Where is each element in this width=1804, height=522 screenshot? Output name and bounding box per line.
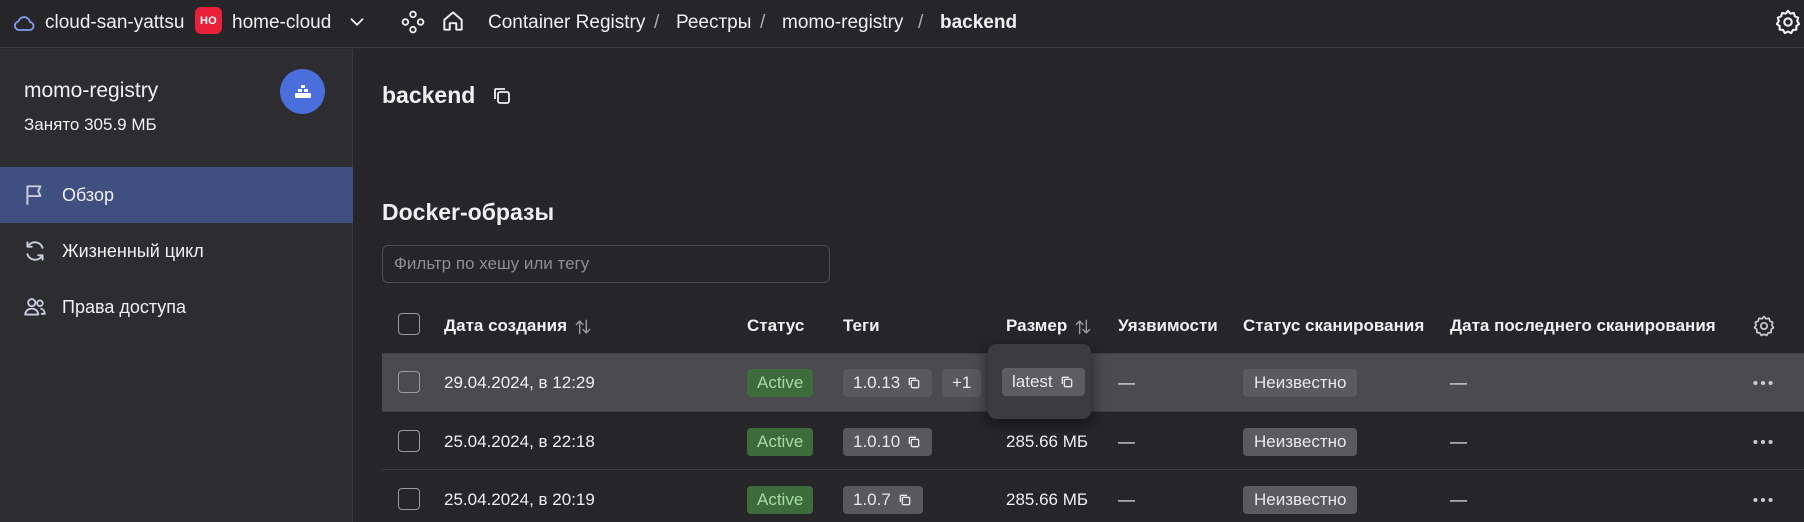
row-date: 25.04.2024, в 20:19 <box>444 490 595 509</box>
row-size: 285.66 МБ <box>1006 432 1089 451</box>
tags-popup: latest <box>988 344 1091 419</box>
sidebar-item-label: Обзор <box>62 185 114 205</box>
table-row[interactable]: 25.04.2024, в 20:19 Active 1.0.7 285.66 … <box>382 469 1804 522</box>
column-header-label: Размер <box>1006 316 1068 335</box>
services-icon[interactable] <box>400 9 426 35</box>
select-all-checkbox[interactable] <box>398 313 420 335</box>
more-actions-icon[interactable] <box>1750 429 1776 455</box>
container-icon <box>294 84 311 98</box>
row-vulnerabilities: — <box>1118 490 1135 509</box>
folder-name[interactable]: home-cloud <box>232 10 331 36</box>
status-badge: Active <box>747 369 814 397</box>
breadcrumb-current: backend <box>940 12 1018 33</box>
column-settings-gear-icon[interactable] <box>1752 314 1776 338</box>
row-last-scan: — <box>1450 373 1467 392</box>
registry-avatar <box>280 69 325 114</box>
users-icon <box>24 298 46 316</box>
sidebar-item-lifecycle[interactable]: Жизненный цикл <box>0 223 353 279</box>
tag-chip[interactable]: 1.0.13 <box>843 369 933 397</box>
column-header-label: Дата создания <box>444 316 568 335</box>
sidebar: momo-registry Занято 305.9 МБ Обзор Жизн… <box>0 49 353 522</box>
sort-icon[interactable] <box>1073 317 1093 337</box>
breadcrumb-container-registry[interactable]: Container Registry <box>488 10 645 36</box>
tag-label: 1.0.10 <box>853 432 901 451</box>
row-vulnerabilities: — <box>1118 373 1135 392</box>
sidebar-item-access[interactable]: Права доступа <box>0 279 353 335</box>
folder-badge: НО <box>195 7 222 34</box>
column-header-vulnerabilities: Уязвимости <box>1118 316 1218 335</box>
sidebar-item-label: Жизненный цикл <box>62 241 204 261</box>
chevron-down-icon[interactable] <box>346 11 368 33</box>
more-actions-icon[interactable] <box>1750 370 1776 396</box>
copy-icon[interactable] <box>897 492 913 508</box>
cloud-name[interactable]: cloud-san-yattsu <box>45 10 184 36</box>
tag-chip[interactable]: 1.0.10 <box>843 428 933 456</box>
table-row[interactable]: 25.04.2024, в 22:18 Active 1.0.10 285.66… <box>382 411 1804 469</box>
copy-icon[interactable] <box>906 434 922 450</box>
sidebar-item-label: Права доступа <box>62 297 187 317</box>
more-actions-icon[interactable] <box>1750 487 1776 513</box>
tag-label: 1.0.13 <box>853 373 901 392</box>
column-header-last-scan: Дата последнего сканирования <box>1450 316 1716 335</box>
row-date: 29.04.2024, в 12:29 <box>444 373 595 392</box>
more-tags-chip[interactable]: +1 <box>942 369 982 397</box>
row-checkbox[interactable] <box>398 371 420 393</box>
scan-status-badge: Неизвестно <box>1243 486 1358 514</box>
tag-label: latest <box>1012 372 1053 391</box>
scan-status-badge: Неизвестно <box>1243 428 1358 456</box>
filter-input[interactable] <box>382 245 830 283</box>
breadcrumb-separator: / <box>918 12 924 33</box>
sidebar-item-overview[interactable]: Обзор <box>0 167 353 223</box>
page-title: backend <box>382 82 476 108</box>
table-row[interactable]: 29.04.2024, в 12:29 Active 1.0.13 +1 — Н… <box>382 353 1804 411</box>
copy-icon[interactable] <box>906 375 922 391</box>
breadcrumb-registry[interactable]: momo-registry <box>782 10 903 36</box>
row-last-scan: — <box>1450 490 1467 509</box>
tag-chip[interactable]: 1.0.7 <box>843 486 923 514</box>
copy-icon[interactable] <box>1059 374 1075 390</box>
column-header-status: Статус <box>747 316 805 335</box>
flag-icon <box>26 185 42 205</box>
registry-name: momo-registry <box>24 79 159 102</box>
tag-chip[interactable]: latest <box>1002 368 1085 396</box>
top-bar: cloud-san-yattsu НО home-cloud Container… <box>0 0 1804 48</box>
scan-status-badge: Неизвестно <box>1243 369 1358 397</box>
column-header-size[interactable]: Размер <box>1006 315 1093 337</box>
used-space: Занято 305.9 МБ <box>24 115 157 134</box>
row-date: 25.04.2024, в 22:18 <box>444 432 595 451</box>
row-size: 285.66 МБ <box>1006 490 1089 509</box>
breadcrumb-separator: / <box>654 12 660 33</box>
breadcrumb-registries[interactable]: Реестры <box>676 10 751 36</box>
row-checkbox[interactable] <box>398 488 420 510</box>
column-header-created[interactable]: Дата создания <box>444 315 593 337</box>
refresh-icon <box>26 241 44 261</box>
status-badge: Active <box>747 428 814 456</box>
column-header-tags: Теги <box>843 316 880 335</box>
tag-label: 1.0.7 <box>853 490 891 509</box>
section-title: Docker-образы <box>382 199 555 225</box>
row-last-scan: — <box>1450 432 1467 451</box>
home-icon[interactable] <box>440 8 466 34</box>
sort-icon[interactable] <box>573 317 593 337</box>
copy-icon[interactable] <box>490 84 514 108</box>
breadcrumb-separator: / <box>760 12 766 33</box>
cloud-icon <box>14 16 35 31</box>
status-badge: Active <box>747 486 814 514</box>
column-header-scan-status: Статус сканирования <box>1243 316 1425 335</box>
gear-icon[interactable] <box>1774 8 1802 36</box>
row-checkbox[interactable] <box>398 430 420 452</box>
row-vulnerabilities: — <box>1118 432 1135 451</box>
